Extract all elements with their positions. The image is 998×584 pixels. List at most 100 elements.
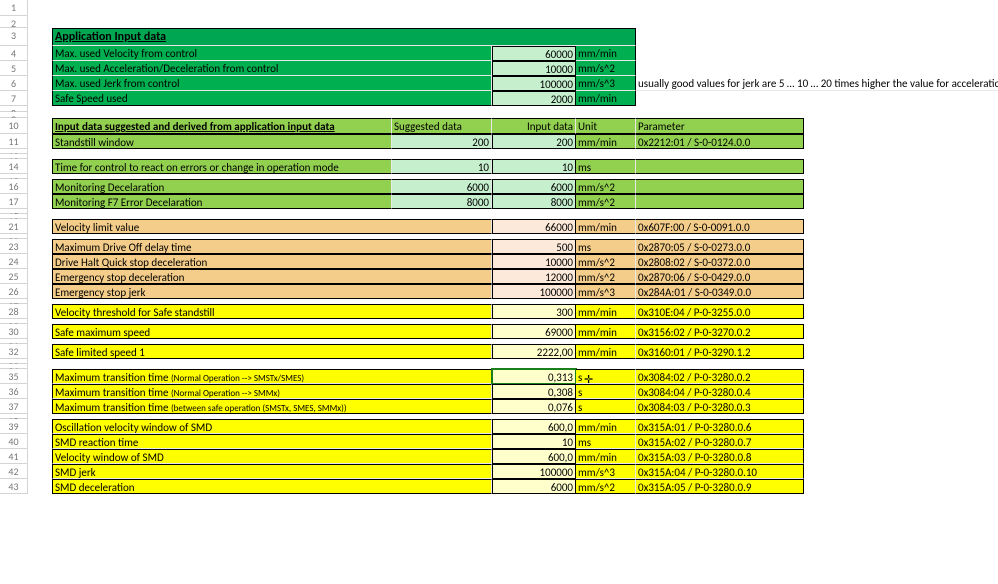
s3-row-value[interactable]: 10000 — [492, 254, 576, 269]
s4-row-value[interactable]: 300 — [492, 304, 576, 319]
row-header[interactable]: 28 — [0, 304, 28, 319]
row-header[interactable]: 37 — [0, 399, 28, 414]
s2-unit: ms — [578, 161, 591, 174]
s3-row-value[interactable]: 100000 — [492, 284, 576, 299]
row-header[interactable]: 40 — [0, 434, 28, 449]
row-header[interactable]: 7 — [0, 91, 28, 106]
s3-row-value[interactable]: 12000 — [492, 269, 576, 284]
s1-row-value[interactable]: 2000 — [492, 91, 576, 106]
s4-row-label: Velocity threshold for Safe standstill — [52, 304, 492, 319]
s2-row-label: Monitoring Decelaration — [52, 179, 392, 194]
s5-row-value[interactable]: 0,313 — [492, 369, 576, 384]
row-header[interactable]: 24 — [0, 254, 28, 269]
s6-row-param: 0x315A:04 / P-0-3280.0.10 — [636, 464, 804, 479]
s4-row-unit: mm/min — [576, 344, 636, 359]
row-header[interactable]: 2 — [0, 16, 28, 28]
row-header[interactable]: 1 — [0, 0, 28, 16]
s6-row-value[interactable]: 600,0 — [492, 419, 576, 434]
s6-row-value[interactable]: 6000 — [492, 479, 576, 494]
s5-sub: (Normal Operation --> SMSTx/SMES) — [171, 373, 304, 384]
s3-row-value[interactable]: 500 — [492, 239, 576, 254]
s1-row-value[interactable]: 100000 — [492, 76, 576, 91]
s2-row-suggested[interactable]: 8000 — [392, 194, 492, 209]
s2-row-input[interactable]: 200 — [492, 134, 576, 149]
s6-row-unit: mm/s^2 — [576, 479, 636, 494]
s6-param: 0x315A:01 / P-0-3280.0.6 — [638, 421, 751, 434]
s3-label: Drive Halt Quick stop deceleration — [55, 256, 207, 269]
row-header[interactable]: 30 — [0, 324, 28, 339]
s2-row-param — [636, 159, 804, 174]
s4-val: 300 — [556, 306, 573, 319]
s1-note: usually good values for jerk are 5 … 10 … — [638, 77, 998, 90]
s3-unit: ms — [578, 241, 591, 254]
s3-label: Emergency stop deceleration — [55, 271, 184, 284]
s1-row-unit: mm/min — [576, 46, 636, 61]
row-header[interactable]: 42 — [0, 464, 28, 479]
s2-row-suggested[interactable]: 6000 — [392, 179, 492, 194]
s5-row-param: 0x3084:02 / P-0-3280.0.2 — [636, 369, 804, 384]
s5-sub: (Normal Operation --> SMMx) — [171, 388, 280, 399]
s6-row-value[interactable]: 600,0 — [492, 449, 576, 464]
s3-val: 100000 — [540, 286, 573, 299]
row-header[interactable]: 36 — [0, 384, 28, 399]
s6-param: 0x315A:03 / P-0-3280.0.8 — [638, 451, 751, 464]
s2-label: Time for control to react on errors or c… — [55, 161, 339, 174]
s2-inp: 10 — [562, 161, 573, 174]
section2-title: Input data suggested and derived from ap… — [52, 118, 392, 134]
s5-unit: s — [578, 401, 582, 414]
s3-row-param: 0x2870:06 / S-0-0429.0.0 — [636, 269, 804, 284]
s2-unit: mm/min — [578, 136, 617, 149]
s6-unit: mm/s^2 — [578, 481, 615, 494]
s5-val: 0,076 — [548, 401, 573, 414]
s5-unit: s — [578, 371, 582, 384]
s2-label: Monitoring Decelaration — [55, 181, 164, 194]
row-header[interactable]: 41 — [0, 449, 28, 464]
s6-row-value[interactable]: 100000 — [492, 464, 576, 479]
row-header[interactable]: 32 — [0, 344, 28, 359]
s5-row-value[interactable]: 0,076 — [492, 399, 576, 414]
row-header[interactable]: 39 — [0, 419, 28, 434]
s2-row-unit: mm/min — [576, 134, 636, 149]
row-header[interactable]: 16 — [0, 179, 28, 194]
s3-row-value[interactable]: 66000 — [492, 219, 576, 234]
row-header[interactable]: 5 — [0, 61, 28, 76]
s2-row-suggested[interactable]: 10 — [392, 159, 492, 174]
s6-row-param: 0x315A:02 / P-0-3280.0.7 — [636, 434, 804, 449]
row-header[interactable]: 17 — [0, 194, 28, 209]
s4-row-value[interactable]: 69000 — [492, 324, 576, 339]
row-header[interactable]: 35 — [0, 369, 28, 384]
s3-row-param: 0x284A:01 / S-0-0349.0.0 — [636, 284, 804, 299]
s4-row-unit: mm/min — [576, 304, 636, 319]
s1-row-unit: mm/s^3 — [576, 76, 636, 91]
s6-label: Velocity window of SMD — [55, 451, 164, 464]
row-header[interactable]: 21 — [0, 219, 28, 234]
s1-row-value[interactable]: 10000 — [492, 61, 576, 76]
row-header[interactable]: 6 — [0, 76, 28, 91]
s4-row-value[interactable]: 2222,00 — [492, 344, 576, 359]
row-header[interactable]: 23 — [0, 239, 28, 254]
s2-row-input[interactable]: 6000 — [492, 179, 576, 194]
row-header[interactable]: 3 — [0, 28, 28, 46]
s1-row-value[interactable]: 60000 — [492, 46, 576, 61]
s2-row-unit: mm/s^2 — [576, 179, 636, 194]
s2-row-input[interactable]: 8000 — [492, 194, 576, 209]
s2-inp: 200 — [556, 136, 573, 149]
s6-row-unit: mm/min — [576, 449, 636, 464]
row-header[interactable]: 10 — [0, 118, 28, 134]
row-header[interactable]: 43 — [0, 479, 28, 494]
row-header[interactable]: 25 — [0, 269, 28, 284]
s2-row-suggested[interactable]: 200 — [392, 134, 492, 149]
s2-sug: 8000 — [467, 196, 489, 209]
s2-row-input[interactable]: 10 — [492, 159, 576, 174]
row-header[interactable]: 4 — [0, 46, 28, 61]
s5-row-value[interactable]: 0,308 — [492, 384, 576, 399]
row-header[interactable]: 26 — [0, 284, 28, 299]
row-header[interactable]: 14 — [0, 159, 28, 174]
s1-row-unit: mm/s^2 — [576, 61, 636, 76]
s6-row-value[interactable]: 10 — [492, 434, 576, 449]
row-header[interactable]: 11 — [0, 134, 28, 149]
s4-val: 69000 — [545, 326, 573, 339]
s4-label: Safe limited speed 1 — [55, 346, 145, 359]
s3-row-unit: mm/s^2 — [576, 254, 636, 269]
s5-param: 0x3084:03 / P-0-3280.0.3 — [638, 401, 751, 414]
